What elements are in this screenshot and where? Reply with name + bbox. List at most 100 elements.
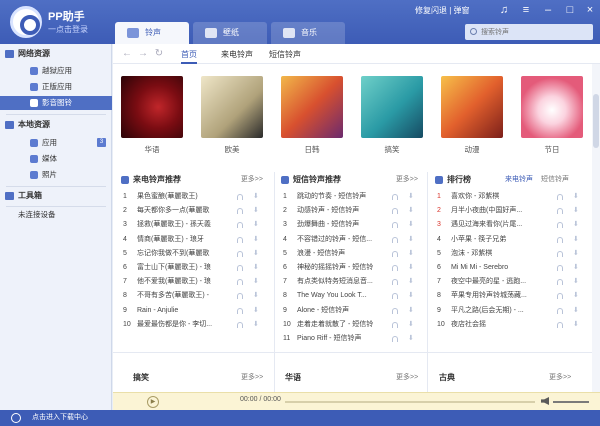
list-item[interactable]: 8 不哥有多苦(華麗歌王) - ⬇ bbox=[119, 289, 269, 303]
play-icon[interactable]: ▶ bbox=[147, 396, 159, 408]
headphone-icon[interactable] bbox=[557, 279, 563, 286]
download-icon[interactable]: ⬇ bbox=[253, 236, 259, 244]
album-label[interactable]: 日韩 bbox=[281, 144, 343, 155]
album-label[interactable]: 动漫 bbox=[441, 144, 503, 155]
tab-wallpaper[interactable]: 壁纸 bbox=[193, 22, 267, 44]
headphone-icon[interactable] bbox=[392, 265, 398, 271]
forward-arrow-icon[interactable]: → bbox=[137, 48, 149, 60]
album-jpkr[interactable] bbox=[281, 76, 343, 138]
album-chinese[interactable] bbox=[121, 76, 183, 138]
list-item[interactable]: 2 动感铃声 - 短信铃声 ⬇ bbox=[279, 204, 424, 218]
progress-bar[interactable] bbox=[285, 401, 535, 403]
refresh-icon[interactable]: ↻ bbox=[153, 48, 165, 60]
song-title[interactable]: 泡沫 - 邓紫棋 bbox=[451, 247, 546, 261]
back-arrow-icon[interactable]: ← bbox=[121, 48, 133, 60]
fix-flash-link[interactable]: 修复闪退 | 弹窗 bbox=[415, 5, 470, 16]
headphone-icon[interactable] bbox=[237, 236, 243, 243]
download-icon[interactable]: ⬇ bbox=[408, 292, 414, 300]
list-item[interactable]: 1 跳动的节奏 - 短信铃声 ⬇ bbox=[279, 190, 424, 204]
headphone-icon[interactable] bbox=[557, 194, 563, 200]
list-item[interactable]: 3 遇见过海来看你(片尾... ⬇ bbox=[433, 218, 589, 232]
list-item[interactable]: 9 Rain - Anjulie ⬇ bbox=[119, 304, 269, 318]
download-icon[interactable]: ⬇ bbox=[573, 193, 579, 201]
headphone-icon[interactable] bbox=[237, 321, 243, 328]
song-title[interactable]: Mi Mi Mi - Serebro bbox=[451, 261, 546, 275]
more-link[interactable]: 更多>> bbox=[241, 372, 263, 382]
list-item[interactable]: 10 走着走着就散了 - 短信铃 ⬇ bbox=[279, 318, 424, 332]
list-item[interactable]: 2 月半小夜曲(中国好声... ⬇ bbox=[433, 204, 589, 218]
download-icon[interactable]: ⬇ bbox=[408, 221, 414, 229]
list-item[interactable]: 7 他不爱我(華麗歌王) - 琅 ⬇ bbox=[119, 275, 269, 289]
volume-icon[interactable] bbox=[541, 397, 549, 405]
more-link[interactable]: 更多>> bbox=[241, 172, 263, 188]
song-title[interactable]: 喜欢你 - 邓紫棋 bbox=[451, 190, 546, 204]
headphone-icon[interactable] bbox=[237, 222, 243, 229]
scrollbar[interactable] bbox=[592, 64, 600, 410]
headphone-icon[interactable] bbox=[392, 236, 398, 243]
section-online[interactable]: 网络资源 bbox=[0, 46, 112, 62]
headphone-icon[interactable] bbox=[557, 293, 563, 300]
album-anime[interactable] bbox=[441, 76, 503, 138]
album-western[interactable] bbox=[201, 76, 263, 138]
headphone-icon[interactable] bbox=[392, 307, 398, 314]
list-item[interactable]: 11 Piano Riff - 短信铃声 ⬇ bbox=[279, 332, 424, 346]
headphone-icon[interactable] bbox=[237, 265, 243, 271]
close-icon[interactable]: × bbox=[583, 3, 597, 17]
headphone-icon[interactable] bbox=[237, 194, 243, 200]
song-title[interactable]: 最爱最伤都是你 - 李切... bbox=[137, 318, 232, 332]
list-item[interactable]: 1 果色蜜酿(華麗歌王) ⬇ bbox=[119, 190, 269, 204]
list-item[interactable]: 4 情商(華麗歌王) - 琅牙 ⬇ bbox=[119, 233, 269, 247]
headphone-icon[interactable] bbox=[237, 279, 243, 286]
song-title[interactable]: 有点类似特务短消息音... bbox=[297, 275, 392, 289]
song-title[interactable]: 夜空中最亮的星 - 逃跑... bbox=[451, 275, 546, 289]
download-icon[interactable]: ⬇ bbox=[408, 207, 414, 215]
headphone-icon[interactable] bbox=[392, 194, 398, 200]
song-title[interactable]: 夜店社会摇 bbox=[451, 318, 546, 332]
download-icon[interactable]: ⬇ bbox=[573, 250, 579, 258]
download-icon[interactable]: ⬇ bbox=[573, 264, 579, 272]
download-icon[interactable]: ⬇ bbox=[408, 307, 414, 315]
download-icon[interactable]: ⬇ bbox=[408, 264, 414, 272]
album-label[interactable]: 搞笑 bbox=[361, 144, 423, 155]
download-icon[interactable]: ⬇ bbox=[573, 278, 579, 286]
subtab-call-ringtones[interactable]: 来电铃声 bbox=[221, 49, 253, 60]
sidebar-item-local-apps[interactable]: 应用 3 bbox=[0, 136, 112, 150]
song-title[interactable]: 小苹果 - 筷子兄弟 bbox=[451, 233, 546, 247]
song-title[interactable]: 走着走着就散了 - 短信铃 bbox=[297, 318, 392, 332]
list-item[interactable]: 4 小苹果 - 筷子兄弟 ⬇ bbox=[433, 233, 589, 247]
list-item[interactable]: 8 苹果专用铃声铃城荡藏... ⬇ bbox=[433, 289, 589, 303]
more-link[interactable]: 更多>> bbox=[396, 172, 418, 188]
download-icon[interactable]: ⬇ bbox=[253, 264, 259, 272]
list-item[interactable]: 6 神秘的摇摇铃声 - 短信铃 ⬇ bbox=[279, 261, 424, 275]
download-icon[interactable]: ⬇ bbox=[253, 321, 259, 329]
list-item[interactable]: 9 Alone - 短信铃声 ⬇ bbox=[279, 304, 424, 318]
list-item[interactable]: 5 泡沫 - 邓紫棋 ⬇ bbox=[433, 247, 589, 261]
list-item[interactable]: 3 劲爆舞曲 - 短信铃声 ⬇ bbox=[279, 218, 424, 232]
download-center-link[interactable]: 点击进入下载中心 bbox=[32, 414, 88, 421]
rank-tab-call[interactable]: 来电铃声 bbox=[505, 172, 533, 188]
download-icon[interactable]: ⬇ bbox=[253, 221, 259, 229]
song-title[interactable]: The Way You Look T... bbox=[297, 289, 392, 303]
song-title[interactable]: Piano Riff - 短信铃声 bbox=[297, 332, 392, 346]
headphone-icon[interactable] bbox=[237, 307, 243, 314]
subtab-sms-ringtones[interactable]: 短信铃声 bbox=[269, 49, 301, 60]
list-item[interactable]: 7 夜空中最亮的星 - 逃跑... ⬇ bbox=[433, 275, 589, 289]
list-item[interactable]: 6 富士山下(華麗歌王) - 琅 ⬇ bbox=[119, 261, 269, 275]
more-link[interactable]: 更多>> bbox=[549, 372, 571, 382]
album-label[interactable]: 节日 bbox=[521, 144, 583, 155]
headphone-icon[interactable] bbox=[237, 293, 243, 300]
list-item[interactable]: 5 浪漫 - 短信铃声 ⬇ bbox=[279, 247, 424, 261]
more-link[interactable]: 更多>> bbox=[396, 372, 418, 382]
song-title[interactable]: 浪漫 - 短信铃声 bbox=[297, 247, 392, 261]
song-title[interactable]: 情商(華麗歌王) - 琅牙 bbox=[137, 233, 232, 247]
song-title[interactable]: 富士山下(華麗歌王) - 琅 bbox=[137, 261, 232, 275]
song-title[interactable]: 苹果专用铃声铃城荡藏... bbox=[451, 289, 546, 303]
sidebar-item-media[interactable]: 影音图铃 bbox=[0, 96, 112, 110]
headphone-icon[interactable] bbox=[392, 293, 398, 300]
search-icon[interactable] bbox=[470, 28, 477, 35]
download-icon[interactable]: ⬇ bbox=[253, 250, 259, 258]
headphone-icon[interactable] bbox=[557, 265, 563, 271]
download-icon[interactable]: ⬇ bbox=[408, 335, 414, 343]
song-title[interactable]: 劲爆舞曲 - 短信铃声 bbox=[297, 218, 392, 232]
tab-music[interactable]: 音乐 bbox=[271, 22, 345, 44]
